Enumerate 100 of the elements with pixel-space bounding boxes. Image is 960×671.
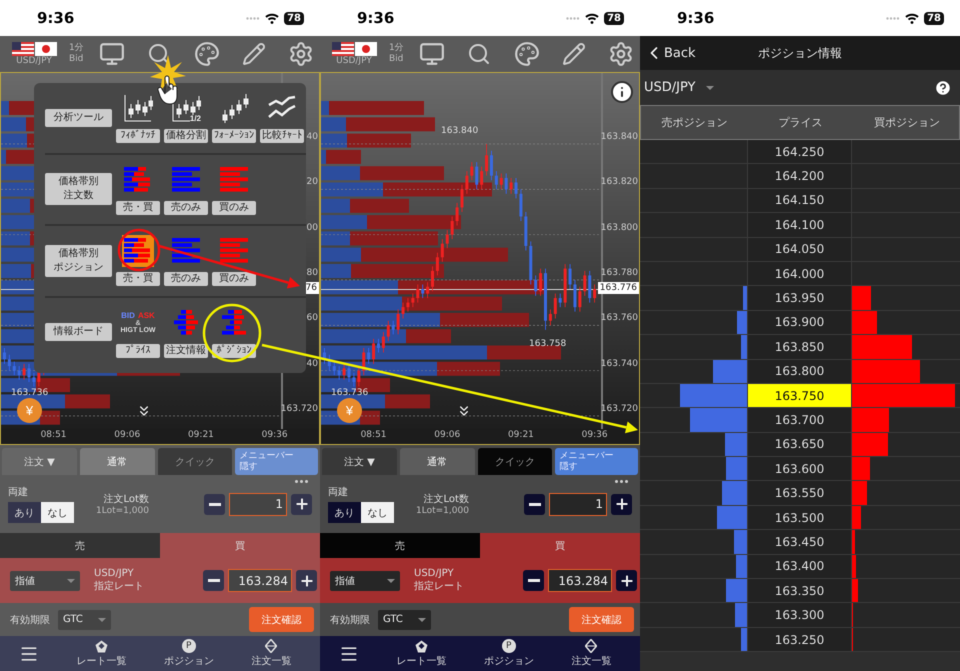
order-tab[interactable]: クイック: [158, 448, 232, 475]
nav-item[interactable]: レート一覧: [76, 640, 126, 668]
expiry-select[interactable]: GTC: [58, 610, 111, 630]
battery-level: 78: [604, 12, 624, 24]
monitor-icon[interactable]: [99, 41, 125, 67]
decrease-button[interactable]: [204, 494, 225, 514]
increase-button[interactable]: [611, 494, 632, 514]
candlestick: [421, 284, 424, 298]
time-axis-label: 08:51: [40, 430, 68, 440]
minus-icon: [208, 579, 220, 582]
status-time: 9:36: [37, 9, 74, 27]
candlestick: [426, 282, 430, 298]
palette-icon[interactable]: [514, 41, 540, 67]
flag-icon: [12, 42, 34, 56]
wifi-icon: [905, 12, 920, 24]
settings-icon[interactable]: [608, 41, 634, 67]
hedge-option[interactable]: なし: [41, 502, 74, 523]
option-label[interactable]: 売・買: [116, 200, 160, 215]
side-tab[interactable]: 売: [0, 533, 160, 558]
monitor-icon[interactable]: [419, 41, 445, 67]
price-bars-icon: [124, 166, 152, 193]
option-label[interactable]: 比較ﾁｬｰﾄ: [260, 129, 304, 144]
option-label[interactable]: ﾌｫｰﾒｰｼｮﾝ: [212, 129, 256, 144]
search-icon[interactable]: [467, 42, 492, 66]
order-dropdown[interactable]: 注文 ▼: [2, 448, 77, 475]
currency-pair: USD/JPY: [16, 56, 52, 66]
expiry-select[interactable]: GTC: [378, 610, 431, 630]
decrease-button[interactable]: [523, 570, 544, 591]
section-label: 価格帯別 ポジション: [45, 244, 112, 277]
battery-level: 78: [284, 12, 304, 24]
nav-item[interactable]: 注文一覧: [251, 639, 292, 668]
time-axis-label: 09:36: [580, 430, 609, 440]
nav-item[interactable]: P ポジション: [164, 639, 214, 668]
settings-icon[interactable]: [288, 41, 314, 67]
confirm-order-button[interactable]: 注文確認: [569, 607, 634, 632]
battery-level: 78: [924, 12, 944, 24]
rate-input[interactable]: 163.284: [548, 569, 612, 592]
order-tab[interactable]: クイック: [478, 448, 552, 475]
option-label[interactable]: 売のみ: [164, 272, 208, 286]
column-header: プライス: [778, 115, 824, 131]
option-label[interactable]: 買のみ: [212, 272, 256, 286]
price-cell: 163.750: [747, 384, 852, 408]
nav-item[interactable]: 注文一覧: [571, 639, 612, 668]
candlestick: [431, 266, 434, 292]
help-icon[interactable]: [934, 78, 952, 96]
pencil-icon[interactable]: [562, 42, 586, 66]
option-label[interactable]: ﾎﾟｼﾞｼｮﾝ: [212, 344, 256, 358]
order-tab[interactable]: 通常: [80, 448, 154, 475]
lot-input[interactable]: 1: [549, 492, 607, 516]
option-label[interactable]: 買のみ: [212, 200, 256, 215]
lot-label: 注文Lot数: [424, 492, 469, 506]
option-icon-tile[interactable]: [122, 92, 154, 124]
order-dropdown[interactable]: 注文 ▼: [322, 448, 397, 475]
caret-icon: [387, 578, 395, 582]
option-label[interactable]: ﾌｨﾎﾞﾅｯﾁ: [116, 129, 160, 144]
rate-input[interactable]: 163.284: [228, 569, 292, 592]
pencil-icon[interactable]: [242, 42, 266, 66]
hedge-option[interactable]: あり: [8, 502, 41, 523]
hedge-option[interactable]: あり: [328, 502, 361, 523]
plus-icon: [614, 496, 630, 512]
signal-dots-icon: [566, 16, 580, 20]
side-tab[interactable]: 買: [160, 533, 320, 558]
candlestick: [367, 348, 370, 364]
increase-button[interactable]: [616, 570, 637, 591]
option-label[interactable]: ﾌﾟﾗｲｽ: [116, 344, 160, 358]
info-icon[interactable]: [610, 80, 634, 104]
axis-tick-label: 163.720: [280, 404, 318, 414]
axis-tick-label: 60: [306, 313, 318, 324]
increase-button[interactable]: [291, 494, 312, 514]
nav-item[interactable]: P ポジション: [484, 639, 534, 668]
nav-item[interactable]: レート一覧: [396, 640, 446, 668]
candlestick: [494, 170, 498, 190]
order-tab[interactable]: 通常: [400, 448, 474, 475]
caret-icon: [418, 618, 426, 622]
hedge-option[interactable]: なし: [361, 502, 394, 523]
lot-input[interactable]: 1: [229, 492, 287, 516]
side-tab[interactable]: 買: [480, 533, 640, 558]
palette-icon[interactable]: [194, 41, 220, 67]
low-price-label: 163.736: [331, 388, 368, 398]
order-type-select[interactable]: 指値: [10, 570, 80, 590]
decrease-button[interactable]: [203, 570, 224, 591]
side-tab[interactable]: 売: [320, 533, 480, 558]
more-icon[interactable]: [295, 480, 308, 483]
confirm-order-button[interactable]: 注文確認: [249, 607, 314, 632]
candlestick: [465, 170, 468, 194]
more-icon[interactable]: [615, 480, 628, 483]
option-label[interactable]: 価格分割: [164, 129, 208, 144]
increase-button[interactable]: [296, 570, 317, 591]
option-label[interactable]: 売・買: [116, 272, 160, 286]
decrease-button[interactable]: [524, 494, 545, 514]
candlestick: [548, 309, 552, 326]
option-icon-tile[interactable]: [122, 235, 154, 268]
order-type-select[interactable]: 指値: [330, 570, 400, 590]
pair-select[interactable]: USD/JPY: [644, 80, 714, 95]
candlestick: [554, 293, 557, 319]
option-label[interactable]: 注文情報: [164, 344, 208, 358]
option-label[interactable]: 売のみ: [164, 200, 208, 215]
time-axis-label: 09:21: [186, 430, 215, 440]
back-button[interactable]: Back: [640, 43, 700, 63]
candlestick: [396, 309, 400, 335]
